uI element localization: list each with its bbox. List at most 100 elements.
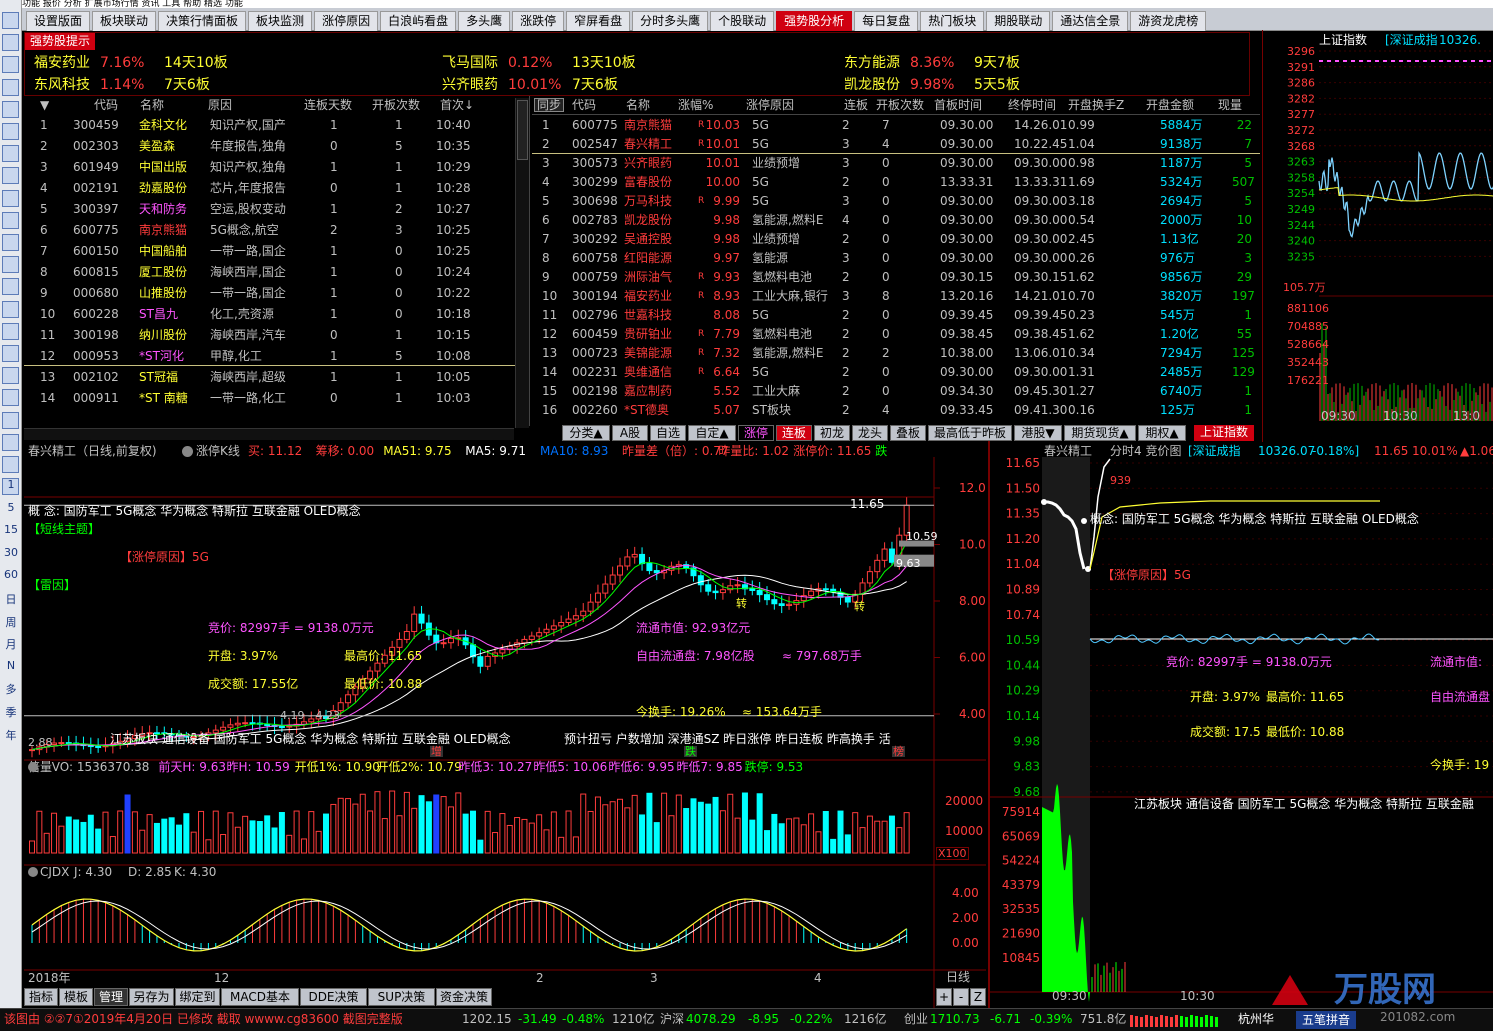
bottom-tab[interactable]: 指标	[24, 988, 58, 1006]
tab-16[interactable]: 游资龙虎榜	[1130, 11, 1207, 31]
tab-4[interactable]: 涨停原因	[314, 11, 379, 31]
tab-1[interactable]: 板块联动	[92, 11, 157, 31]
quote-col-header[interactable]: 名称	[626, 99, 650, 111]
toolbar-icon-10[interactable]	[2, 234, 19, 251]
left-list-col-header[interactable]: 开板次数	[372, 99, 420, 111]
bottom-tab[interactable]: 绑定到	[175, 988, 220, 1006]
tab-8[interactable]: 窄屏看盘	[566, 11, 631, 31]
quote-row[interactable]: 1 600775 南京熊猫 R 10.03 5G 2 7 09.30.00 14.26.01 0.9…	[532, 116, 1260, 135]
market-tab[interactable]: 期货现货▲	[1064, 425, 1136, 441]
tab-0[interactable]: 设置版面	[26, 11, 91, 31]
period-button-周[interactable]: 周	[0, 614, 22, 630]
tab-12[interactable]: 每日复盘	[854, 11, 919, 31]
toolbar-icon-3[interactable]	[2, 78, 19, 96]
left-list-scrollbar[interactable]	[515, 98, 529, 428]
tab-13[interactable]: 热门板块	[920, 11, 985, 31]
tab-14[interactable]: 期股联动	[986, 11, 1051, 31]
left-list-col-header[interactable]: 首次↓	[440, 99, 474, 111]
indicator-dropdown-icon[interactable]	[182, 446, 193, 457]
quote-row[interactable]: 3 300573 兴齐眼药 10.01 业绩预增 3 0 09.30.00 09.30.00 0.…	[532, 154, 1260, 173]
quote-col-header[interactable]: 代码	[572, 99, 596, 111]
toolbar-icon-12[interactable]	[2, 278, 19, 296]
toolbar-icon-4[interactable]	[2, 100, 19, 118]
left-list-row[interactable]: 6 600775 南京熊猫 5G概念,航空 2 3 10:25	[24, 221, 517, 240]
vol-settings-icon[interactable]	[28, 762, 38, 772]
bottom-tab[interactable]: 资金决策	[436, 988, 492, 1006]
zoom-button[interactable]: -	[953, 988, 969, 1006]
tab-5[interactable]: 白浪屿看盘	[380, 11, 457, 31]
market-tab[interactable]: 港股▼	[1014, 425, 1062, 441]
period-button-1[interactable]: 1	[0, 478, 22, 491]
toolbar-icon-18[interactable]	[2, 411, 19, 429]
market-tab[interactable]: 自选	[650, 425, 686, 441]
quote-row[interactable]: 8 600758 红阳能源 9.97 氢能源 3 0 09.30.00 09.30.00 0.26…	[532, 249, 1260, 268]
period-button-年[interactable]: 年	[0, 727, 22, 743]
quote-row[interactable]: 11 002796 世嘉科技 8.08 5G 2 0 09.39.45 09.39.45 0.23…	[532, 306, 1260, 325]
left-list-row[interactable]: 1 300459 金科文化 知识产权,国产 1 1 10:40	[24, 116, 517, 135]
left-list-row[interactable]: 3 601949 中国出版 知识产权,独角 1 1 10:29	[24, 158, 517, 177]
quote-row[interactable]: 9 000759 洲际油气 R 9.93 氢燃料电池 2 0 09.30.15 09.30.15 1…	[532, 268, 1260, 287]
left-list-row[interactable]: 10 600228 ST昌九 化工,壳资源 1 0 10:18	[24, 305, 517, 324]
toolbar-icon-14[interactable]	[2, 322, 19, 340]
bottom-tab[interactable]: 另存为	[129, 988, 174, 1006]
left-list-row[interactable]: 9 000680 山推股份 一带一路,国企 1 0 10:22	[24, 284, 517, 303]
left-list-col-header[interactable]: 原因	[208, 99, 232, 111]
market-tab[interactable]: 期权▲	[1138, 425, 1186, 441]
tab-10[interactable]: 个股联动	[710, 11, 775, 31]
left-list-row[interactable]: 12 000953 *ST河化 甲醇,化工 1 5 10:08	[24, 347, 517, 366]
menu-strip[interactable]: 功能 报价 分析 扩展市场行情 资讯 工具 帮助 精选 功能	[22, 0, 1493, 8]
left-list-hscroll[interactable]	[24, 428, 514, 440]
bottom-tab[interactable]: SUP决策	[368, 988, 435, 1006]
toolbar-icon-11[interactable]	[2, 256, 19, 274]
bottom-tab[interactable]: 模板	[59, 988, 93, 1006]
market-tab[interactable]: 叠板	[890, 425, 926, 441]
period-button-多[interactable]: 多	[0, 681, 22, 697]
market-tab[interactable]: 最高低于昨板	[928, 425, 1012, 441]
ime-indicator[interactable]: 五笔拼音	[1296, 1011, 1357, 1029]
left-list-row[interactable]: 13 002102 ST冠福 海峡西岸,超级 1 1 10:05	[24, 368, 517, 387]
tab-3[interactable]: 板块监测	[248, 11, 313, 31]
quote-row[interactable]: 4 300299 富春股份 10.00 5G 2 0 13.33.31 13.33.31 1.69…	[532, 173, 1260, 192]
quote-row[interactable]: 15 002198 嘉应制药 5.52 工业大麻 2 0 09.34.30 09.45.30 1.…	[532, 382, 1260, 401]
zoom-button[interactable]: +	[936, 988, 952, 1006]
toolbar-icon-20[interactable]	[2, 456, 19, 473]
tab-6[interactable]: 多头鹰	[458, 11, 511, 31]
toolbar-icon-16[interactable]	[2, 367, 19, 385]
period-button-30[interactable]: 30	[0, 546, 22, 559]
bottom-tab[interactable]: MACD基本	[221, 988, 299, 1006]
quote-row[interactable]: 5 300698 万马科技 R 9.99 5G 3 0 09.30.00 09.30.00 3.18…	[532, 192, 1260, 211]
market-tab[interactable]: 自定▲	[688, 425, 736, 441]
toolbar-icon-13[interactable]	[2, 300, 19, 318]
sync-button[interactable]: 同步	[534, 98, 565, 112]
quote-row[interactable]: 13 000723 美锦能源 R 7.32 氢能源,燃料E 2 2 10.38.00 13.06.…	[532, 344, 1260, 363]
toolbar-icon-7[interactable]	[2, 167, 19, 185]
bottom-tab[interactable]: DDE决策	[300, 988, 367, 1006]
sort-arrow[interactable]: ▼	[40, 99, 49, 111]
quote-col-header[interactable]: 首板时间	[934, 99, 982, 111]
market-tab[interactable]: 涨停	[738, 425, 774, 441]
left-list-row[interactable]: 11 300198 纳川股份 海峡西岸,汽车 0 1 10:15	[24, 326, 517, 345]
toolbar-icon-1[interactable]	[2, 34, 19, 52]
quote-col-header[interactable]: 开盘金额	[1146, 99, 1194, 111]
quote-row[interactable]: 12 600459 贵研铂业 R 7.79 氢燃料电池 2 0 09.38.45 09.38.45…	[532, 325, 1260, 344]
toolbar-icon-2[interactable]	[2, 56, 19, 74]
kdj-settings-icon[interactable]	[28, 867, 38, 877]
quote-col-header[interactable]: 现量	[1218, 99, 1242, 111]
period-button-5[interactable]: 5	[0, 501, 22, 514]
quote-col-header[interactable]: 连板	[844, 99, 868, 111]
period-button-月[interactable]: 月	[0, 636, 22, 652]
market-tab[interactable]: 龙头	[852, 425, 888, 441]
toolbar-icon-19[interactable]	[2, 433, 19, 451]
period-button-15[interactable]: 15	[0, 523, 22, 536]
toolbar-icon-17[interactable]	[2, 389, 19, 407]
left-list-row[interactable]: 5 300397 天和防务 空运,股权变动 1 2 10:27	[24, 200, 517, 219]
toolbar-icon-0[interactable]	[2, 12, 19, 29]
toolbar-icon-6[interactable]	[2, 145, 19, 163]
bottom-tab[interactable]: 管理	[94, 988, 128, 1006]
quote-col-header[interactable]: 开盘换手Z	[1068, 99, 1124, 111]
toolbar-icon-15[interactable]	[2, 345, 19, 362]
quote-row[interactable]: 7 300292 吴通控股 9.98 业绩预增 2 0 09.30.00 09.30.00 2.4…	[532, 230, 1260, 249]
quote-row[interactable]: 10 300194 福安药业 R 8.93 工业大麻,银行 3 8 13.20.16 14.21.…	[532, 287, 1260, 306]
tab-9[interactable]: 分时多头鹰	[632, 11, 709, 31]
tab-11[interactable]: 强势股分析	[776, 11, 853, 31]
